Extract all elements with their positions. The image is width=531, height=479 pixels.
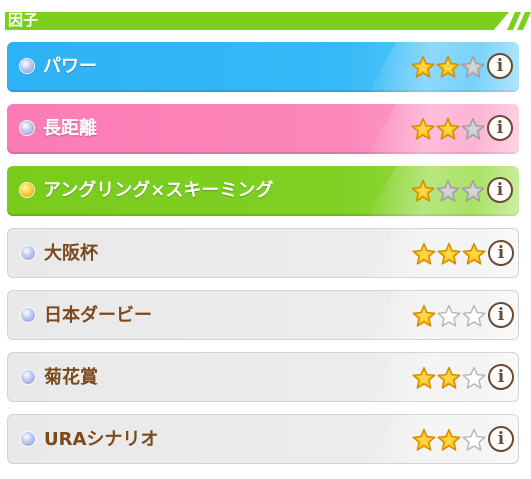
- star-empty-icon: [462, 428, 486, 452]
- star-filled-icon: [437, 428, 461, 452]
- info-icon[interactable]: i: [487, 115, 513, 141]
- blue-dot-icon: [21, 370, 35, 384]
- star-rating: [411, 117, 485, 141]
- star-empty-icon: [461, 55, 485, 79]
- star-filled-icon: [412, 366, 436, 390]
- blue-dot-icon: [20, 59, 34, 73]
- star-filled-icon: [437, 366, 461, 390]
- star-filled-icon: [437, 242, 461, 266]
- star-empty-icon: [462, 366, 486, 390]
- factor-name: 長距離: [43, 118, 97, 139]
- factor-row[interactable]: 菊花賞 i: [7, 352, 519, 402]
- star-empty-icon: [437, 304, 461, 328]
- star-filled-icon: [411, 179, 435, 203]
- star-empty-icon: [461, 179, 485, 203]
- star-empty-icon: [462, 304, 486, 328]
- factor-row[interactable]: パワー i: [7, 42, 519, 92]
- star-rating: [412, 366, 486, 390]
- star-rating: [412, 242, 486, 266]
- factor-name: アングリング×スキーミング: [43, 180, 274, 201]
- star-filled-icon: [436, 117, 460, 141]
- star-filled-icon: [412, 242, 436, 266]
- blue-dot-icon: [21, 246, 35, 260]
- star-empty-icon: [461, 117, 485, 141]
- factor-row[interactable]: 長距離 i: [7, 104, 519, 154]
- gold-dot-icon: [20, 183, 34, 197]
- star-filled-icon: [412, 428, 436, 452]
- factor-name: パワー: [43, 56, 97, 77]
- blue-dot-icon: [21, 432, 35, 446]
- star-filled-icon: [462, 242, 486, 266]
- factor-name: 日本ダービー: [44, 305, 152, 326]
- star-filled-icon: [436, 55, 460, 79]
- star-filled-icon: [411, 55, 435, 79]
- info-icon[interactable]: i: [487, 177, 513, 203]
- factor-name: 大阪杯: [44, 243, 98, 264]
- factor-name: 菊花賞: [44, 367, 98, 388]
- star-filled-icon: [412, 304, 436, 328]
- factor-row[interactable]: 日本ダービー i: [7, 290, 519, 340]
- star-empty-icon: [436, 179, 460, 203]
- info-icon[interactable]: i: [488, 426, 514, 452]
- info-icon[interactable]: i: [488, 302, 514, 328]
- info-icon[interactable]: i: [488, 364, 514, 390]
- star-filled-icon: [411, 117, 435, 141]
- factor-header-title: 因子: [8, 11, 39, 29]
- star-rating: [411, 55, 485, 79]
- star-rating: [412, 428, 486, 452]
- factor-header-bar: 因子: [5, 12, 509, 30]
- factor-row[interactable]: 大阪杯 i: [7, 228, 519, 278]
- info-icon[interactable]: i: [488, 240, 514, 266]
- blue-dot-icon: [20, 121, 34, 135]
- factor-row[interactable]: URAシナリオ i: [7, 414, 519, 464]
- factor-name: URAシナリオ: [44, 429, 159, 450]
- info-icon[interactable]: i: [487, 53, 513, 79]
- factor-row[interactable]: アングリング×スキーミング i: [7, 166, 519, 216]
- blue-dot-icon: [21, 308, 35, 322]
- star-rating: [411, 179, 485, 203]
- star-rating: [412, 304, 486, 328]
